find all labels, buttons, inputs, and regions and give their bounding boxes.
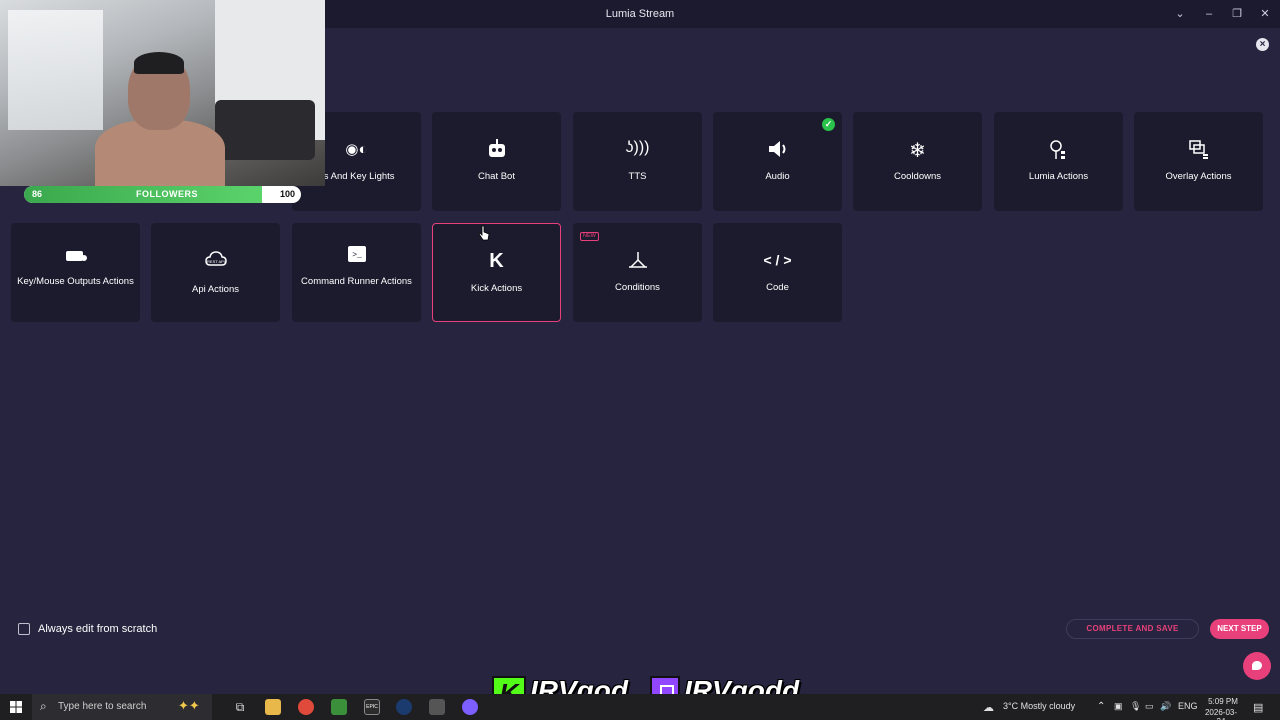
followers-goal: 100	[279, 189, 295, 199]
bulb-icon	[994, 139, 1123, 166]
kick-icon: K	[489, 250, 504, 272]
tile-label: Lumia Actions	[1028, 171, 1089, 182]
always-edit-from-scratch[interactable]: Always edit from scratch	[18, 623, 157, 635]
tile-label: TTS	[628, 171, 647, 182]
terminal-icon: >_	[292, 245, 421, 268]
robot-icon	[432, 139, 561, 164]
network-icon[interactable]: ▭	[1145, 701, 1154, 712]
close-dialog-icon[interactable]: ×	[1256, 38, 1269, 51]
tile-label: Code	[766, 282, 789, 293]
close-window-button[interactable]: ✕	[1257, 6, 1273, 22]
followers-label: FOLLOWERS	[136, 189, 198, 199]
tile-kick-actions[interactable]: K Kick Actions	[432, 223, 561, 322]
tray-chevron-icon[interactable]: ⌃	[1097, 701, 1105, 712]
sparkle-icon: ✦✦	[178, 698, 200, 713]
tile-label: Conditions	[615, 282, 660, 293]
chat-support-icon[interactable]	[1243, 652, 1271, 680]
windows-start-icon[interactable]	[6, 694, 26, 720]
tile-label: Cooldowns	[894, 171, 941, 182]
webcam-overlay	[0, 0, 325, 186]
tile-audio[interactable]: ✓ Audio	[713, 112, 842, 211]
tile-key-mouse[interactable]: Key/Mouse Outputs Actions	[11, 223, 140, 322]
epic-games-icon[interactable]: EPIC	[364, 699, 380, 715]
steam-icon[interactable]	[396, 699, 412, 715]
tile-tts[interactable]: ʖ))) TTS	[573, 112, 702, 211]
svg-text:>_: >_	[352, 251, 362, 260]
search-icon: ⌕	[40, 699, 47, 713]
notifications-icon[interactable]: ▤	[1253, 701, 1263, 714]
weather-text[interactable]: 3°C Mostly cloudy	[1003, 701, 1075, 711]
file-explorer-icon[interactable]	[265, 699, 281, 715]
tile-chat-bot[interactable]: Chat Bot	[432, 112, 561, 211]
chevron-down-icon[interactable]: ⌄	[1172, 6, 1188, 22]
tile-label: Chat Bot	[478, 171, 515, 182]
scratch-label: Always edit from scratch	[38, 623, 158, 635]
keyboard-icon	[11, 247, 140, 268]
api-icon: REST API	[151, 251, 280, 274]
code-icon: < / >	[763, 252, 792, 268]
speech-icon: ʖ)))	[625, 139, 650, 156]
tile-conditions[interactable]: NEW Conditions	[573, 223, 702, 322]
snowflake-icon: ❄	[909, 140, 926, 162]
tile-label: Kick Actions	[470, 283, 523, 294]
tray-app-icon[interactable]: ▣	[1114, 701, 1123, 712]
followers-goal-bar: 86 FOLLOWERS 100	[24, 186, 301, 203]
tile-label: Key/Mouse Outputs Actions	[17, 276, 134, 287]
clock-time[interactable]: 5:09 PM	[1205, 697, 1241, 706]
taskbar-search[interactable]: ⌕ Type here to search ✦✦	[32, 694, 212, 720]
clock-date[interactable]: 2026-03-24	[1201, 708, 1241, 720]
tile-label: Api Actions	[192, 284, 239, 295]
windows-taskbar: ⌕ Type here to search ✦✦ ⧉ EPIC ☁ 3°C Mo…	[0, 694, 1280, 720]
task-view-icon[interactable]: ⧉	[232, 694, 248, 720]
search-placeholder: Type here to search	[58, 701, 147, 712]
tile-code[interactable]: < / > Code	[713, 223, 842, 322]
tile-lumia-actions[interactable]: Lumia Actions	[994, 112, 1123, 211]
tile-label: Command Runner Actions	[301, 276, 412, 287]
api-icon-text: REST API	[207, 259, 225, 264]
next-step-button[interactable]: NEXT STEP	[1210, 619, 1269, 639]
microphone-icon[interactable]: 🎙	[1130, 701, 1141, 712]
overlay-icon	[1134, 139, 1263, 166]
weather-icon: ☁	[983, 702, 994, 714]
restore-button[interactable]: ❐	[1229, 6, 1245, 22]
new-badge: NEW	[580, 232, 599, 241]
language-indicator[interactable]: ENG	[1178, 701, 1198, 711]
tile-command-runner[interactable]: >_ Command Runner Actions	[292, 223, 421, 322]
lumia-stream-icon[interactable]	[462, 699, 478, 715]
complete-and-save-button[interactable]: COMPLETE AND SAVE	[1066, 619, 1199, 639]
scratch-checkbox[interactable]	[18, 623, 30, 635]
branch-icon	[573, 250, 702, 275]
tile-api-actions[interactable]: REST API Api Actions	[151, 223, 280, 322]
chrome-icon[interactable]	[298, 699, 314, 715]
tile-label: Overlay Actions	[1165, 171, 1232, 182]
volume-icon[interactable]: 🔊	[1160, 701, 1171, 712]
tile-overlay-actions[interactable]: Overlay Actions	[1134, 112, 1263, 211]
minimize-button[interactable]: –	[1201, 6, 1217, 22]
mouse-cursor-icon	[478, 225, 490, 241]
tile-label: Audio	[765, 171, 790, 182]
tile-cooldowns[interactable]: ❄ Cooldowns	[853, 112, 982, 211]
check-icon: ✓	[822, 118, 835, 131]
speaker-icon	[713, 139, 842, 164]
app-icon[interactable]	[331, 699, 347, 715]
settings-icon[interactable]	[429, 699, 445, 715]
